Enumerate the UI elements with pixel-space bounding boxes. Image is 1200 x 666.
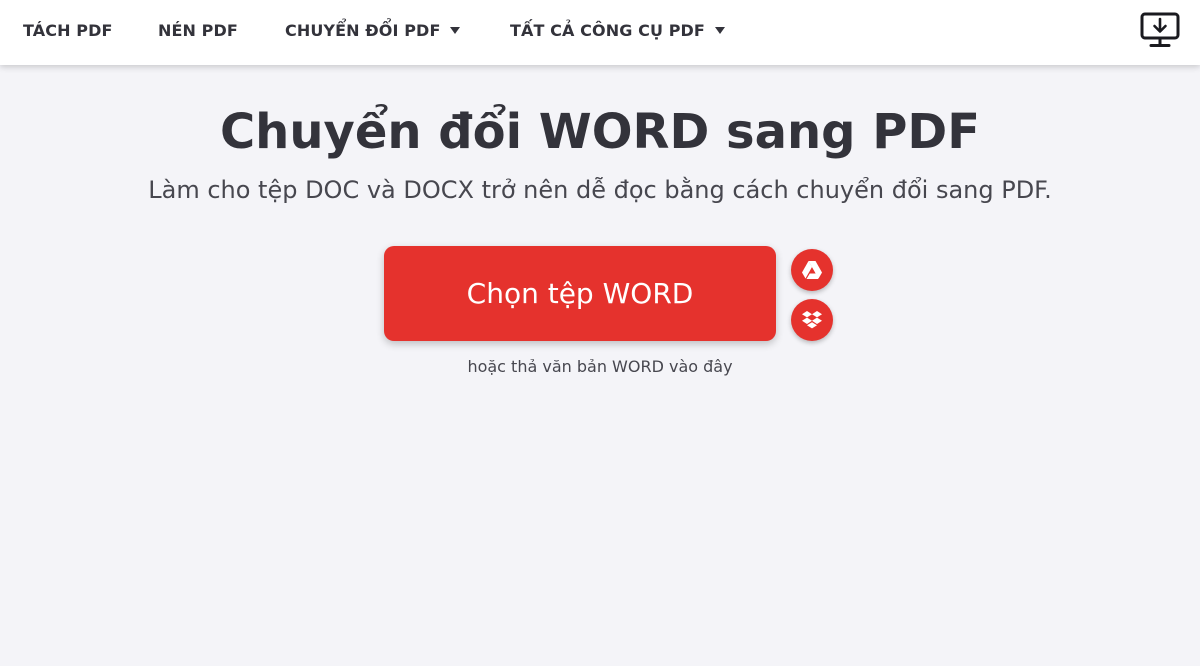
nav-item-all-tools[interactable]: TẤT CẢ CÔNG CỤ PDF <box>510 0 725 60</box>
nav-item-label: TẤT CẢ CÔNG CỤ PDF <box>510 20 705 40</box>
page-title: Chuyển đổi WORD sang PDF <box>219 104 981 160</box>
nav-item-convert-pdf[interactable]: CHUYỂN ĐỔI PDF <box>285 0 461 60</box>
caret-down-icon <box>450 26 461 34</box>
caret-down-icon <box>714 26 725 34</box>
dropbox-button[interactable] <box>791 299 833 341</box>
top-navbar: TÁCH PDF NÉN PDF CHUYỂN ĐỔI PDF TẤT CẢ C… <box>0 0 1200 65</box>
desktop-download-button[interactable] <box>1140 11 1180 49</box>
page-subtitle: Làm cho tệp DOC và DOCX trở nên dễ đọc b… <box>148 176 1052 204</box>
nav-item-label: TÁCH PDF <box>23 20 113 40</box>
select-button-label: Chọn tệp WORD <box>466 277 694 310</box>
desktop-download-icon <box>1140 12 1180 47</box>
nav-item-split-pdf[interactable]: TÁCH PDF <box>23 0 113 60</box>
dropbox-icon <box>802 311 822 329</box>
nav-item-label: CHUYỂN ĐỔI PDF <box>285 20 441 40</box>
google-drive-button[interactable] <box>791 249 833 291</box>
nav-item-compress-pdf[interactable]: NÉN PDF <box>158 0 238 60</box>
nav-item-label: NÉN PDF <box>158 20 238 40</box>
drop-hint-text: hoặc thả văn bản WORD vào đây <box>467 357 733 376</box>
google-drive-icon <box>802 261 822 279</box>
select-word-file-button[interactable]: Chọn tệp WORD <box>384 246 776 341</box>
